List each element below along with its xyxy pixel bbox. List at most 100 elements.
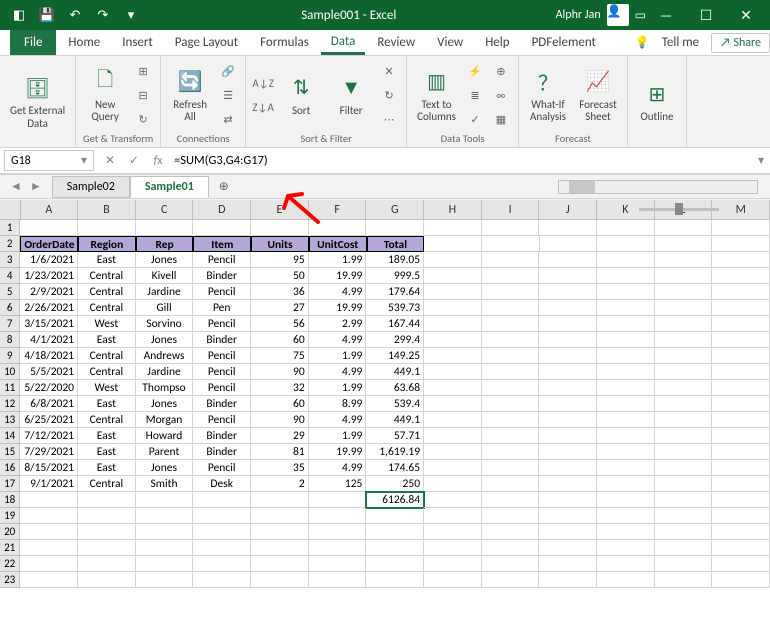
cell[interactable] — [309, 524, 367, 540]
cell[interactable] — [309, 572, 367, 588]
cell[interactable] — [597, 428, 655, 444]
cell[interactable]: 90 — [251, 412, 309, 428]
cell[interactable] — [20, 540, 78, 556]
cell[interactable]: 1.99 — [309, 252, 367, 268]
cell[interactable] — [424, 460, 482, 476]
cell[interactable] — [78, 524, 136, 540]
cell[interactable] — [655, 396, 713, 412]
cell[interactable] — [712, 524, 770, 540]
cell[interactable] — [424, 492, 482, 508]
cell[interactable]: 299.4 — [366, 332, 424, 348]
row-header[interactable]: 16 — [0, 460, 20, 476]
sheet-tab-sample02[interactable]: Sample02 — [52, 176, 130, 198]
properties-icon[interactable]: ☰ — [217, 84, 239, 106]
cell[interactable]: 75 — [251, 348, 309, 364]
row-header[interactable]: 10 — [0, 364, 20, 380]
cell[interactable] — [366, 220, 424, 236]
cell[interactable]: 27 — [251, 300, 309, 316]
tab-file[interactable]: File — [10, 30, 56, 55]
cell[interactable]: East — [78, 332, 136, 348]
cell[interactable] — [482, 556, 540, 572]
show-queries-icon[interactable]: ⊞ — [132, 60, 154, 82]
cell[interactable] — [712, 508, 770, 524]
cell[interactable] — [712, 476, 770, 492]
cell[interactable] — [424, 396, 482, 412]
cell[interactable] — [482, 252, 540, 268]
cell[interactable] — [655, 508, 713, 524]
cell[interactable]: 1.99 — [309, 428, 367, 444]
cell[interactable]: Central — [78, 348, 136, 364]
flash-fill-icon[interactable]: ⚡ — [464, 60, 486, 82]
cell[interactable] — [20, 220, 78, 236]
cell[interactable] — [655, 428, 713, 444]
cell[interactable] — [655, 380, 713, 396]
cell[interactable]: 36 — [251, 284, 309, 300]
cell[interactable] — [597, 348, 655, 364]
fx-icon[interactable]: fx — [146, 150, 170, 172]
minimize-button[interactable]: — — [646, 0, 686, 30]
col-header-A[interactable]: A — [21, 200, 79, 220]
cell[interactable]: 1,619.19 — [366, 444, 424, 460]
consolidate-icon[interactable]: ⊕ — [490, 60, 512, 82]
cell[interactable]: Binder — [193, 396, 251, 412]
row-header[interactable]: 2 — [0, 236, 20, 252]
cell[interactable]: Central — [78, 284, 136, 300]
cell[interactable] — [655, 540, 713, 556]
cell[interactable] — [251, 572, 309, 588]
cell[interactable]: 449.1 — [366, 412, 424, 428]
cell[interactable] — [712, 284, 770, 300]
cell[interactable]: East — [78, 252, 136, 268]
cell[interactable] — [597, 220, 655, 236]
cell[interactable] — [251, 524, 309, 540]
cell[interactable]: 167.44 — [366, 316, 424, 332]
undo-icon[interactable]: ↶ — [64, 4, 86, 26]
cell[interactable] — [539, 252, 597, 268]
spreadsheet-grid[interactable]: ABCDEFGHIJKLM 12OrderDateRegionRepItemUn… — [0, 200, 770, 592]
cell[interactable] — [424, 428, 482, 444]
cell[interactable] — [539, 380, 597, 396]
cell[interactable] — [539, 444, 597, 460]
cell[interactable] — [424, 300, 482, 316]
row-header[interactable]: 6 — [0, 300, 20, 316]
cell[interactable] — [309, 508, 367, 524]
row-header[interactable]: 21 — [0, 540, 20, 556]
close-button[interactable]: ✕ — [726, 0, 766, 30]
cell[interactable] — [655, 284, 713, 300]
cell[interactable] — [655, 572, 713, 588]
cell[interactable]: 81 — [251, 444, 309, 460]
cell[interactable]: 4/18/2021 — [20, 348, 78, 364]
cell[interactable]: Pencil — [193, 380, 251, 396]
row-header[interactable]: 20 — [0, 524, 20, 540]
cell[interactable] — [424, 284, 482, 300]
cell[interactable] — [655, 316, 713, 332]
cell[interactable] — [193, 556, 251, 572]
cell[interactable] — [539, 396, 597, 412]
cell[interactable] — [482, 396, 540, 412]
cell[interactable] — [539, 284, 597, 300]
cell[interactable] — [539, 460, 597, 476]
cell[interactable]: East — [78, 460, 136, 476]
cell[interactable]: 90 — [251, 364, 309, 380]
cell[interactable]: Central — [78, 268, 136, 284]
autosave-icon[interactable]: ◧ — [8, 4, 30, 26]
data-validation-icon[interactable]: ✓ — [464, 108, 486, 130]
cell[interactable] — [539, 540, 597, 556]
cell[interactable] — [539, 508, 597, 524]
cell[interactable] — [78, 492, 136, 508]
cell[interactable] — [193, 540, 251, 556]
cell[interactable]: 7/12/2021 — [20, 428, 78, 444]
cell[interactable]: 19.99 — [309, 268, 367, 284]
cell[interactable]: 179.64 — [366, 284, 424, 300]
cell[interactable]: Binder — [193, 444, 251, 460]
cell[interactable]: West — [78, 380, 136, 396]
cell[interactable]: Units — [251, 236, 309, 252]
cell[interactable]: Morgan — [136, 412, 194, 428]
cell[interactable] — [539, 316, 597, 332]
reapply-icon[interactable]: ↻ — [378, 84, 400, 106]
cell[interactable] — [482, 300, 540, 316]
cell[interactable] — [136, 508, 194, 524]
cell[interactable]: Gill — [136, 300, 194, 316]
filter-button[interactable]: ▼ Filter — [328, 71, 374, 119]
cell[interactable]: Pencil — [193, 284, 251, 300]
col-header-B[interactable]: B — [78, 200, 136, 220]
